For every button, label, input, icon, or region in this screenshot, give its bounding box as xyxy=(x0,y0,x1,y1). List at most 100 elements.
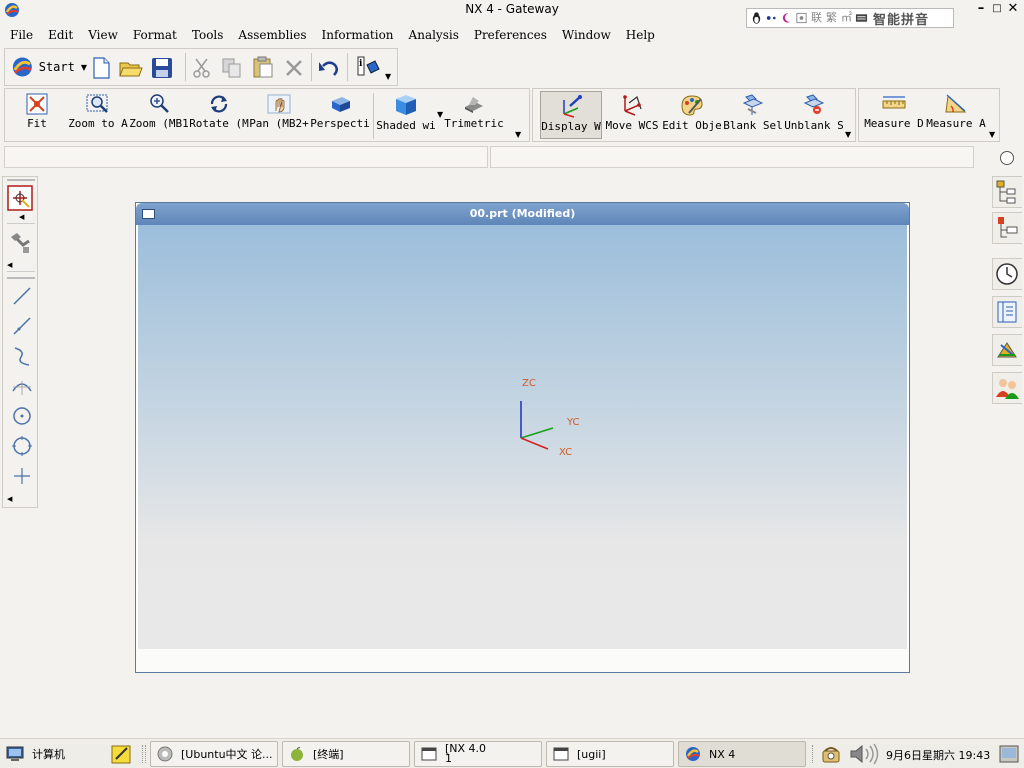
show-desktop-icon[interactable] xyxy=(998,743,1020,765)
toolbar-grip[interactable] xyxy=(7,179,35,181)
keyboard-icon[interactable] xyxy=(855,11,868,25)
move-wcs-button[interactable]: Move WCS xyxy=(603,93,661,139)
info-dropdown-icon[interactable]: ▼ xyxy=(385,73,391,81)
shaded-icon xyxy=(396,95,416,115)
display-wcs-icon xyxy=(563,95,582,118)
start-dropdown-icon: ▼ xyxy=(80,62,87,72)
task-nx4[interactable]: NX 4 xyxy=(678,741,806,767)
moon-punct-icon[interactable] xyxy=(780,11,793,25)
undo-icon[interactable] xyxy=(317,57,341,79)
system-materials-tab[interactable] xyxy=(992,334,1022,366)
menu-help[interactable]: Help xyxy=(626,26,655,44)
assembly-expand-icon[interactable]: ◀ xyxy=(7,261,12,269)
menu-edit[interactable]: Edit xyxy=(48,26,73,44)
reuse-library-tab[interactable] xyxy=(992,296,1022,328)
delete-icon[interactable] xyxy=(283,57,305,79)
menu-tools[interactable]: Tools xyxy=(192,26,224,44)
shaded-label: Shaded wi xyxy=(376,119,436,132)
close-button[interactable]: ✕ xyxy=(1005,1,1021,17)
measure-dropdown-icon[interactable]: ▼ xyxy=(989,131,995,139)
menu-file[interactable]: File xyxy=(10,26,33,44)
filter-expand-icon[interactable]: ◀ xyxy=(19,213,24,221)
selection-filter-icon[interactable] xyxy=(7,185,33,211)
unblank-button[interactable]: Unblank S xyxy=(783,93,845,139)
menu-information[interactable]: Information xyxy=(322,26,394,44)
unblank-icon xyxy=(803,94,825,114)
trimetric-dropdown-icon[interactable]: ▼ xyxy=(515,131,521,139)
part-navigator-tab[interactable] xyxy=(992,212,1022,244)
assembly-navigator-tab[interactable] xyxy=(992,176,1022,208)
status-radio-button[interactable] xyxy=(1000,151,1014,165)
perspective-button[interactable]: Perspecti xyxy=(309,93,371,139)
computer-menu[interactable]: 计算机 xyxy=(6,743,65,765)
cut-icon[interactable] xyxy=(191,57,213,79)
menu-analysis[interactable]: Analysis xyxy=(409,26,459,44)
toolbar-grip[interactable] xyxy=(7,277,35,279)
arc-icon[interactable] xyxy=(11,375,33,397)
paste-icon[interactable] xyxy=(251,55,275,79)
new-file-icon[interactable] xyxy=(91,57,111,79)
ime-cell-2[interactable]: 繁 xyxy=(825,11,838,25)
task-ubuntu-forum[interactable]: [Ubuntu中文 论... xyxy=(150,741,278,767)
menu-assemblies[interactable]: Assemblies xyxy=(238,26,306,44)
ime-cell-3[interactable]: ㎡ xyxy=(840,11,853,25)
perspective-icon xyxy=(332,97,350,112)
task-nx-window[interactable]: [NX 4.0 1 xyxy=(414,741,542,767)
utility-dropdown-icon[interactable]: ▼ xyxy=(845,131,851,139)
zoom-icon xyxy=(150,94,169,113)
half-width-icon[interactable] xyxy=(765,11,778,25)
copy-icon[interactable] xyxy=(221,57,243,79)
trimetric-button[interactable]: Trimetric xyxy=(443,93,505,139)
measure-angle-label: Measure A xyxy=(926,117,986,130)
information-icon[interactable]: i xyxy=(355,55,381,79)
maximize-button[interactable]: □ xyxy=(989,1,1005,17)
taskbar-grip[interactable] xyxy=(142,745,146,763)
measure-angle-button[interactable]: Measure A xyxy=(925,93,987,139)
keyboard-small-icon[interactable] xyxy=(795,11,808,25)
edit-object-button[interactable]: Edit Obje xyxy=(661,93,723,139)
zoom-button[interactable]: Zoom (MB1 xyxy=(129,93,189,139)
ime-cell-1[interactable]: 联 xyxy=(810,11,823,25)
circle-icon[interactable] xyxy=(11,435,33,457)
menu-window[interactable]: Window xyxy=(562,26,611,44)
history-tab[interactable] xyxy=(992,258,1022,290)
open-folder-icon[interactable] xyxy=(119,57,143,79)
point-icon[interactable] xyxy=(11,465,33,487)
pan-button[interactable]: Pan (MB2+ xyxy=(249,93,309,139)
volume-icon[interactable] xyxy=(848,742,882,766)
terminal-icon xyxy=(291,747,303,761)
menu-view[interactable]: View xyxy=(88,26,118,44)
display-wcs-button[interactable]: Display W xyxy=(540,91,602,139)
blank-button[interactable]: Blank Sel xyxy=(723,93,783,139)
shaded-button[interactable]: Shaded wi xyxy=(375,93,437,139)
measure-toolbar: Measure D Measure A ▼ xyxy=(858,88,1000,142)
menu-format[interactable]: Format xyxy=(133,26,177,44)
network-icon[interactable] xyxy=(820,743,842,765)
penguin-icon[interactable] xyxy=(750,11,763,25)
menu-preferences[interactable]: Preferences xyxy=(474,26,547,44)
line-icon[interactable] xyxy=(11,285,33,307)
ime-name[interactable]: 智能拼音 xyxy=(873,9,929,28)
taskbar: 计算机 [Ubuntu中文 论... [终端] [NX 4.0 1 [ugii]… xyxy=(0,738,1024,768)
notes-icon[interactable] xyxy=(110,743,132,765)
zoom-area-button[interactable]: Zoom to A xyxy=(67,93,129,139)
graphics-canvas[interactable]: ZC YC XC xyxy=(138,225,907,649)
task-terminal[interactable]: [终端] xyxy=(282,741,410,767)
curve-icon[interactable] xyxy=(11,345,33,367)
measure-distance-button[interactable]: Measure D xyxy=(863,93,925,139)
start-button[interactable]: Start ▼ xyxy=(11,53,87,81)
minimize-button[interactable]: – xyxy=(973,1,989,17)
fit-button[interactable]: Fit xyxy=(7,93,67,139)
ime-toolbar[interactable]: 联 繁 ㎡ 智能拼音 xyxy=(746,8,954,28)
graphics-window-titlebar[interactable]: 00.prt (Modified) xyxy=(136,203,909,225)
curve-expand-icon[interactable]: ◀ xyxy=(7,495,12,503)
roles-tab[interactable] xyxy=(992,372,1022,404)
assembly-robot-icon[interactable] xyxy=(7,229,33,255)
clock[interactable]: 9月6日星期六 19:43 xyxy=(886,747,990,763)
rotate-button[interactable]: Rotate (M xyxy=(189,93,249,139)
line-points-icon[interactable] xyxy=(11,315,33,337)
circle-center-icon[interactable] xyxy=(11,405,33,427)
task-ugii[interactable]: [ugii] xyxy=(546,741,674,767)
measure-distance-icon xyxy=(882,96,906,109)
save-icon[interactable] xyxy=(151,57,173,79)
